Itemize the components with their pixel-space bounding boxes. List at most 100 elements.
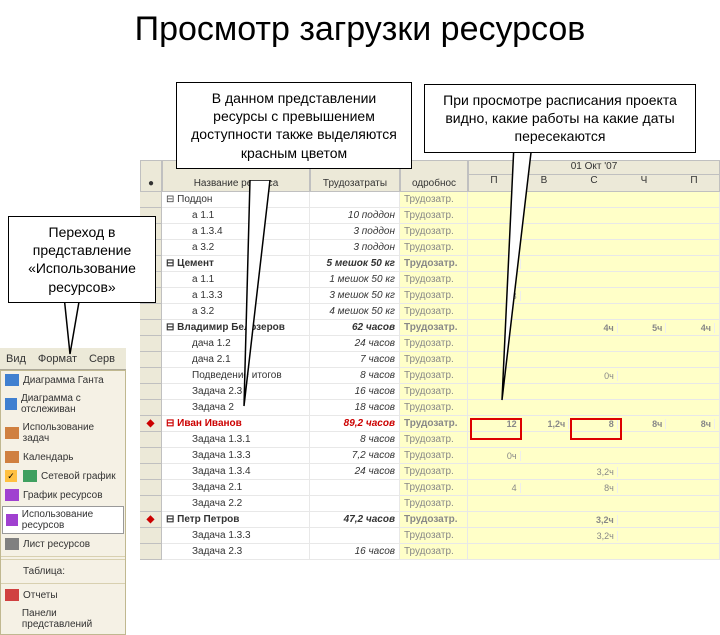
cell-detail: Трудозатр. bbox=[400, 416, 468, 432]
table-row[interactable]: Задача 1.3.37,2 часовТрудозатр.0ч bbox=[140, 448, 720, 464]
table-row[interactable]: ◆⊟ Петр Петров47,2 часовТрудозатр.3,2ч bbox=[140, 512, 720, 528]
cell-work[interactable] bbox=[310, 528, 400, 544]
table-row[interactable]: а 1.11 мешок 50 кгТрудозатр. bbox=[140, 272, 720, 288]
table-row[interactable]: Задача 1.3.3Трудозатр.3,2ч bbox=[140, 528, 720, 544]
table-row[interactable]: дача 1.224 часовТрудозатр. bbox=[140, 336, 720, 352]
cell-timeline: 48ч bbox=[468, 480, 720, 496]
table-row[interactable]: Подведение итогов8 часовТрудозатр.0ч bbox=[140, 368, 720, 384]
table-row[interactable]: дача 2.17 часовТрудозатр. bbox=[140, 352, 720, 368]
menu-view[interactable]: Вид bbox=[6, 353, 26, 365]
cell-name[interactable]: Подведение итогов bbox=[162, 368, 310, 384]
table-row[interactable]: Задача 2.1Трудозатр.48ч bbox=[140, 480, 720, 496]
cell-work[interactable]: 4 мешок 50 кг bbox=[310, 304, 400, 320]
cell-timeline: 3,2ч bbox=[468, 512, 720, 528]
viewbar-item-2[interactable]: Использование задач bbox=[1, 419, 125, 448]
cell-name[interactable]: ⊟ Петр Петров bbox=[162, 512, 310, 528]
cell-detail: Трудозатр. bbox=[400, 528, 468, 544]
row-indicator-icon bbox=[140, 192, 162, 208]
cell-work[interactable]: 8 часов bbox=[310, 368, 400, 384]
table-row[interactable]: Задача 2.316 часовТрудозатр. bbox=[140, 384, 720, 400]
cell-name[interactable]: Задача 2.1 bbox=[162, 480, 310, 496]
cell-work[interactable] bbox=[310, 496, 400, 512]
viewbar-label: Использование задач bbox=[23, 422, 121, 444]
cell-work[interactable]: 16 часов bbox=[310, 384, 400, 400]
cell-name[interactable]: Задача 2.3 bbox=[162, 544, 310, 560]
cell-work[interactable]: 3 поддон bbox=[310, 240, 400, 256]
table-row[interactable]: ⊟ Цемент5 мешок 50 кгТрудозатр.3 bbox=[140, 256, 720, 272]
cell-name[interactable]: а 1.1 bbox=[162, 208, 310, 224]
cell-name[interactable]: Задача 1.3.1 bbox=[162, 432, 310, 448]
cell-detail: Трудозатр. bbox=[400, 320, 468, 336]
cell-name[interactable]: а 1.3.4 bbox=[162, 224, 310, 240]
table-row[interactable]: Задача 1.3.424 часовТрудозатр.3,2ч bbox=[140, 464, 720, 480]
cell-name[interactable]: дача 2.1 bbox=[162, 352, 310, 368]
cell-work[interactable]: 24 часов bbox=[310, 464, 400, 480]
cell-work[interactable]: 3 мешок 50 кг bbox=[310, 288, 400, 304]
cell-work[interactable]: 7,2 часов bbox=[310, 448, 400, 464]
table-row[interactable]: Задача 218 часовТрудозатр. bbox=[140, 400, 720, 416]
table-row[interactable]: Задача 1.3.18 часовТрудозатр. bbox=[140, 432, 720, 448]
cell-name[interactable]: Задача 1.3.3 bbox=[162, 448, 310, 464]
viewbar-item-7[interactable]: Лист ресурсов bbox=[1, 535, 125, 554]
cell-work[interactable]: 47,2 часов bbox=[310, 512, 400, 528]
table-row[interactable]: а 1.3.33 мешок 50 кгТрудозатр.3 bbox=[140, 288, 720, 304]
table-row[interactable]: ⊟ ПоддонТрудозатр. bbox=[140, 192, 720, 208]
cell-name[interactable]: Задача 1.3.4 bbox=[162, 464, 310, 480]
cell-name[interactable]: Задача 1.3.3 bbox=[162, 528, 310, 544]
cell-work[interactable]: 7 часов bbox=[310, 352, 400, 368]
viewbar-item-10[interactable]: Панели представлений bbox=[1, 605, 125, 634]
viewbar-item-4[interactable]: ✓Сетевой график bbox=[1, 467, 125, 486]
menu-service[interactable]: Серв bbox=[89, 353, 115, 365]
page-title: Просмотр загрузки ресурсов bbox=[0, 0, 720, 49]
cell-detail: Трудозатр. bbox=[400, 400, 468, 416]
cell-work[interactable]: 5 мешок 50 кг bbox=[310, 256, 400, 272]
cell-work[interactable]: 10 поддон bbox=[310, 208, 400, 224]
cell-work[interactable]: 3 поддон bbox=[310, 224, 400, 240]
cell-work[interactable]: 62 часов bbox=[310, 320, 400, 336]
cell-detail: Трудозатр. bbox=[400, 496, 468, 512]
cell-name[interactable]: а 3.2 bbox=[162, 240, 310, 256]
table-row[interactable]: а 3.24 мешок 50 кгТрудозатр. bbox=[140, 304, 720, 320]
cell-name[interactable]: а 1.1 bbox=[162, 272, 310, 288]
cell-name[interactable]: ⊟ Цемент bbox=[162, 256, 310, 272]
viewbar-item-8[interactable]: Таблица: bbox=[1, 562, 125, 581]
cell-work[interactable]: 24 часов bbox=[310, 336, 400, 352]
cell-work[interactable]: 89,2 часов bbox=[310, 416, 400, 432]
table-row[interactable]: ⊟ Владимир Белозеров62 часовТрудозатр.4ч… bbox=[140, 320, 720, 336]
cell-name[interactable]: ⊟ Поддон bbox=[162, 192, 310, 208]
viewbar-item-0[interactable]: Диаграмма Ганта bbox=[1, 371, 125, 390]
row-indicator-icon bbox=[140, 448, 162, 464]
cell-name[interactable]: Задача 2.2 bbox=[162, 496, 310, 512]
cell-timeline: 0ч bbox=[468, 448, 720, 464]
cell-work[interactable]: 16 часов bbox=[310, 544, 400, 560]
table-row[interactable]: а 1.110 поддонТрудозатр. bbox=[140, 208, 720, 224]
table-row[interactable]: ◆⊟ Иван Иванов89,2 часовТрудозатр.121,2ч… bbox=[140, 416, 720, 432]
cell-name[interactable]: ⊟ Владимир Белозеров bbox=[162, 320, 310, 336]
resource-usage-grid: ● Название ресурса Трудозатраты одробнос… bbox=[140, 160, 720, 540]
viewbar-item-5[interactable]: График ресурсов bbox=[1, 486, 125, 505]
viewbar-item-6[interactable]: Использование ресурсов bbox=[2, 506, 124, 534]
cell-name[interactable]: ⊟ Иван Иванов bbox=[162, 416, 310, 432]
viewbar-item-1[interactable]: Диаграмма с отслеживан bbox=[1, 390, 125, 419]
cell-work[interactable]: 18 часов bbox=[310, 400, 400, 416]
cell-name[interactable]: Задача 2.3 bbox=[162, 384, 310, 400]
viewbar-item-9[interactable]: Отчеты bbox=[1, 586, 125, 605]
cell-work[interactable]: 8 часов bbox=[310, 432, 400, 448]
cell-name[interactable]: а 3.2 bbox=[162, 304, 310, 320]
table-row[interactable]: Задача 2.2 Трудозатр. bbox=[140, 496, 720, 512]
cell-work[interactable]: 1 мешок 50 кг bbox=[310, 272, 400, 288]
cell-detail: Трудозатр. bbox=[400, 432, 468, 448]
table-row[interactable]: а 3.23 поддонТрудозатр. bbox=[140, 240, 720, 256]
cell-timeline bbox=[468, 496, 720, 512]
table-row[interactable]: а 1.3.43 поддонТрудозатр. bbox=[140, 224, 720, 240]
overallocation-marker-2 bbox=[570, 418, 622, 440]
cell-name[interactable]: дача 1.2 bbox=[162, 336, 310, 352]
viewbar-label: Панели представлений bbox=[22, 608, 121, 630]
table-row[interactable]: Задача 2.316 часовТрудозатр. bbox=[140, 544, 720, 560]
row-indicator-icon bbox=[140, 432, 162, 448]
cell-name[interactable]: а 1.3.3 bbox=[162, 288, 310, 304]
cell-work[interactable] bbox=[310, 192, 400, 208]
viewbar-item-3[interactable]: Календарь bbox=[1, 448, 125, 467]
cell-work[interactable] bbox=[310, 480, 400, 496]
cell-name[interactable]: Задача 2 bbox=[162, 400, 310, 416]
